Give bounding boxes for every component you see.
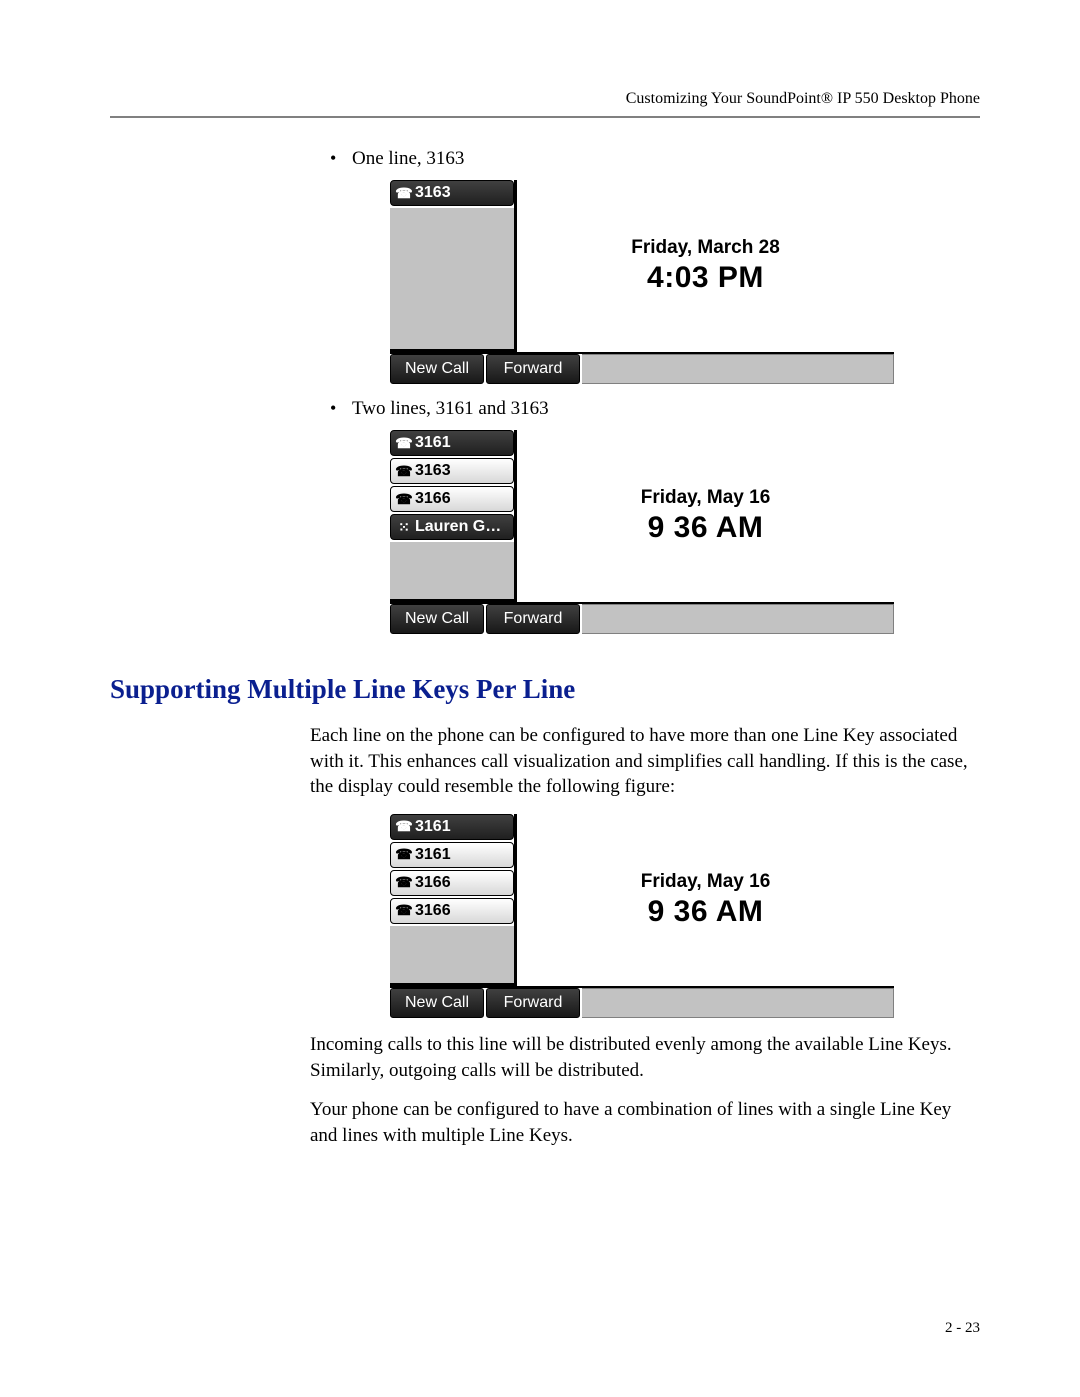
line-key-padding xyxy=(390,926,514,986)
line-key-column: ☎3161☎3163☎3166⁙Lauren G… xyxy=(390,430,517,602)
softkey-label: Forward xyxy=(504,360,563,378)
idle-display: Friday, May 169 36 AM xyxy=(517,430,894,602)
body-column: • One line, 3163 ☎3163Friday, March 284:… xyxy=(310,148,980,634)
phone-screen: ☎3163Friday, March 284:03 PMNew CallForw… xyxy=(390,180,894,384)
line-key[interactable]: ☎3166 xyxy=(390,898,514,924)
line-key-padding xyxy=(390,542,514,602)
idle-time: 4:03 PM xyxy=(647,261,764,295)
bullet-item: • Two lines, 3161 and 3163 xyxy=(330,398,980,420)
softkey-label: New Call xyxy=(405,994,469,1012)
figure-two-lines: ☎3161☎3163☎3166⁙Lauren G…Friday, May 169… xyxy=(390,430,980,634)
idle-display: Friday, March 284:03 PM xyxy=(517,180,894,352)
handset-icon: ☎ xyxy=(395,463,413,480)
line-key[interactable]: ☎3161 xyxy=(390,842,514,868)
body-column: Each line on the phone can be configured… xyxy=(310,723,980,1148)
line-key-label: 3163 xyxy=(415,462,451,480)
handset-icon: ☎ xyxy=(395,491,413,508)
softkey-label: New Call xyxy=(405,360,469,378)
bullet-dot: • xyxy=(330,399,352,417)
page-number: 2 - 23 xyxy=(945,1320,980,1337)
phone-screen: ☎3161☎3163☎3166⁙Lauren G…Friday, May 169… xyxy=(390,430,894,634)
handset-icon: ☎ xyxy=(395,902,413,919)
line-key-padding xyxy=(390,208,514,352)
figure-multi-keys: ☎3161☎3161☎3166☎3166Friday, May 169 36 A… xyxy=(390,814,980,1018)
idle-display: Friday, May 169 36 AM xyxy=(517,814,894,986)
softkey-label: Forward xyxy=(504,610,563,628)
softkey-padding xyxy=(582,988,894,1018)
speed-dial-icon: ⁙ xyxy=(395,519,413,536)
phone-top-area: ☎3163Friday, March 284:03 PM xyxy=(390,180,894,352)
handset-icon: ☎ xyxy=(395,846,413,863)
line-key-column: ☎3161☎3161☎3166☎3166 xyxy=(390,814,517,986)
line-key-label: 3161 xyxy=(415,846,451,864)
line-key-label: 3166 xyxy=(415,902,451,920)
line-key-label: 3161 xyxy=(415,818,451,836)
idle-time: 9 36 AM xyxy=(648,895,764,929)
bullet-dot: • xyxy=(330,149,352,167)
paragraph: Incoming calls to this line will be dist… xyxy=(310,1032,980,1083)
idle-time: 9 36 AM xyxy=(648,511,764,545)
line-key[interactable]: ☎3163 xyxy=(390,458,514,484)
idle-date: Friday, March 28 xyxy=(631,237,780,259)
running-header: Customizing Your SoundPoint® IP 550 Desk… xyxy=(110,90,980,108)
new-call-softkey[interactable]: New Call xyxy=(390,604,484,634)
line-key-label: Lauren G… xyxy=(415,518,501,536)
phone-top-area: ☎3161☎3163☎3166⁙Lauren G…Friday, May 169… xyxy=(390,430,894,602)
softkey-row: New Call Forward xyxy=(390,986,894,1018)
phone-top-area: ☎3161☎3161☎3166☎3166Friday, May 169 36 A… xyxy=(390,814,894,986)
document-page: Customizing Your SoundPoint® IP 550 Desk… xyxy=(0,0,1080,1397)
paragraph: Each line on the phone can be configured… xyxy=(310,723,980,800)
softkey-label: Forward xyxy=(504,994,563,1012)
idle-date: Friday, May 16 xyxy=(641,487,771,509)
figure-one-line: ☎3163Friday, March 284:03 PMNew CallForw… xyxy=(390,180,980,384)
line-key-label: 3166 xyxy=(415,874,451,892)
line-key[interactable]: ☎3166 xyxy=(390,486,514,512)
idle-date: Friday, May 16 xyxy=(641,871,771,893)
phone-screen: ☎3161☎3161☎3166☎3166Friday, May 169 36 A… xyxy=(390,814,894,1018)
line-key[interactable]: ⁙Lauren G… xyxy=(390,514,514,540)
handset-icon: ☎ xyxy=(395,874,413,891)
line-key-column: ☎3163 xyxy=(390,180,517,352)
line-key-label: 3163 xyxy=(415,184,451,202)
bullet-text: One line, 3163 xyxy=(352,148,464,170)
line-key[interactable]: ☎3161 xyxy=(390,814,514,840)
softkey-row: New Call Forward xyxy=(390,602,894,634)
line-key-label: 3161 xyxy=(415,434,451,452)
paragraph: Your phone can be configured to have a c… xyxy=(310,1097,980,1148)
softkey-row: New Call Forward xyxy=(390,352,894,384)
section-heading: Supporting Multiple Line Keys Per Line xyxy=(110,674,980,705)
line-key[interactable]: ☎3166 xyxy=(390,870,514,896)
forward-softkey[interactable]: Forward xyxy=(486,604,580,634)
handset-icon: ☎ xyxy=(395,435,413,452)
new-call-softkey[interactable]: New Call xyxy=(390,354,484,384)
forward-softkey[interactable]: Forward xyxy=(486,354,580,384)
line-key[interactable]: ☎3163 xyxy=(390,180,514,206)
new-call-softkey[interactable]: New Call xyxy=(390,988,484,1018)
forward-softkey[interactable]: Forward xyxy=(486,988,580,1018)
line-key[interactable]: ☎3161 xyxy=(390,430,514,456)
softkey-padding xyxy=(582,604,894,634)
handset-icon: ☎ xyxy=(395,818,413,835)
bullet-item: • One line, 3163 xyxy=(330,148,980,170)
softkey-padding xyxy=(582,354,894,384)
line-key-label: 3166 xyxy=(415,490,451,508)
softkey-label: New Call xyxy=(405,610,469,628)
bullet-text: Two lines, 3161 and 3163 xyxy=(352,398,549,420)
handset-icon: ☎ xyxy=(395,185,413,202)
header-rule xyxy=(110,116,980,118)
